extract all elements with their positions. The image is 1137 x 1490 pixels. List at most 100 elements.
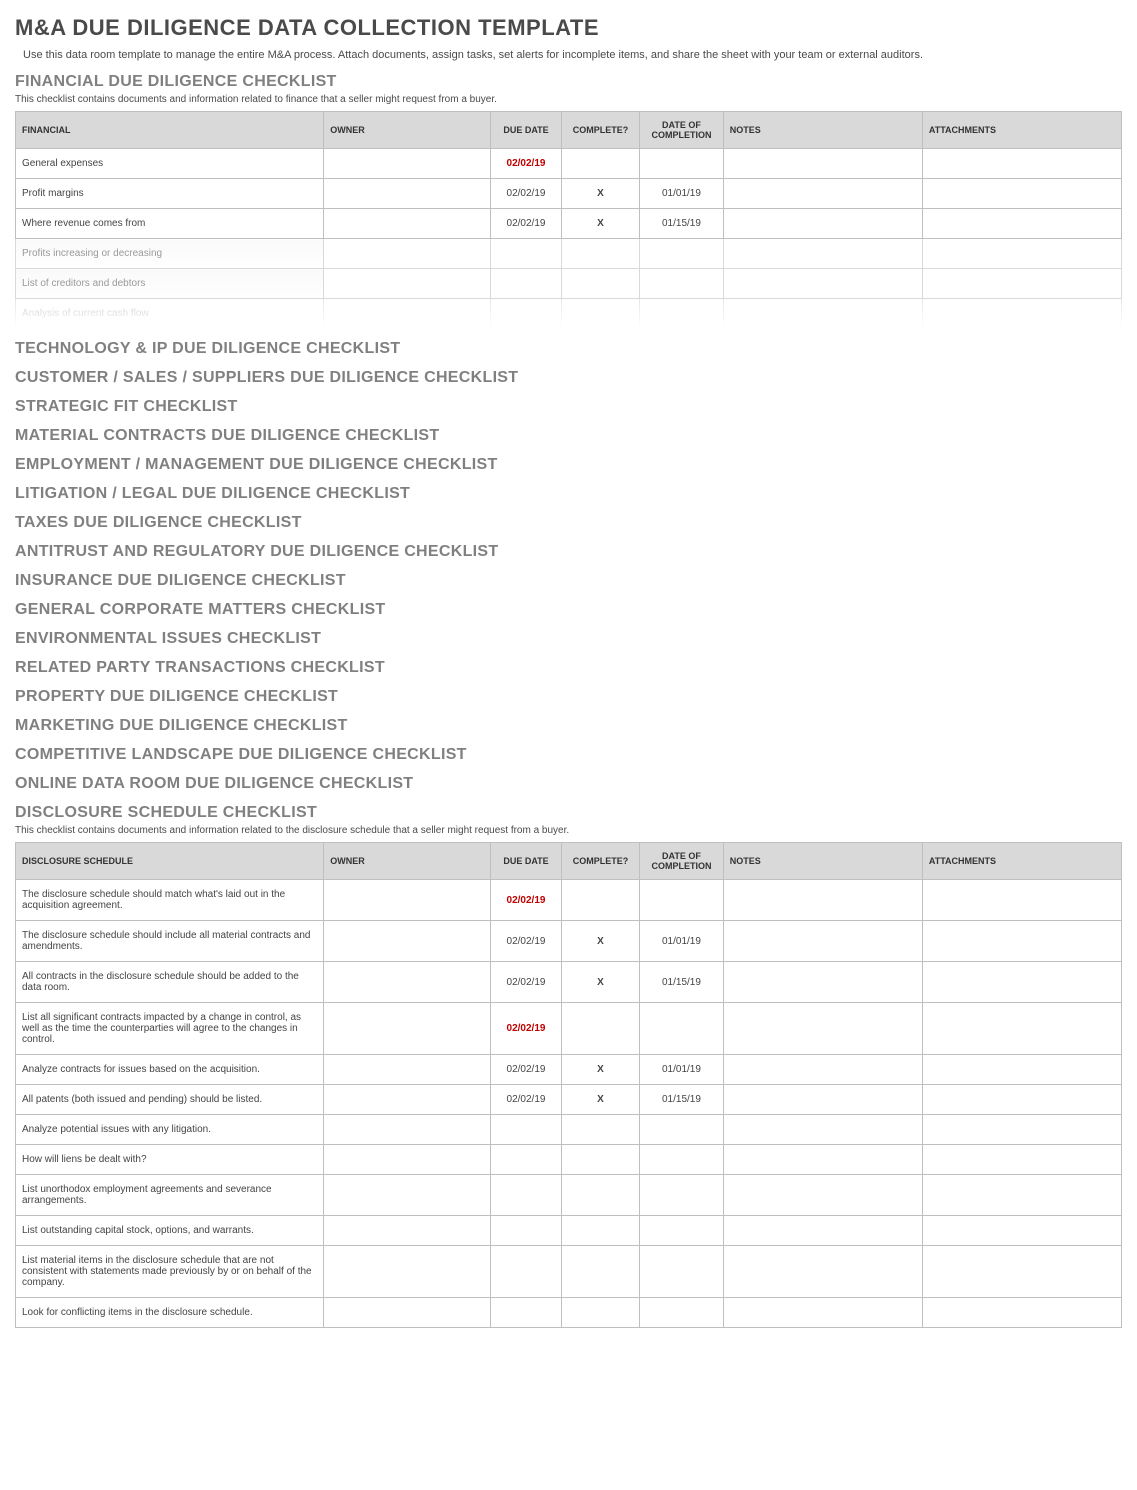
cell-doc[interactable] xyxy=(640,1145,724,1175)
cell-doc[interactable]: 01/15/19 xyxy=(640,962,724,1003)
cell-complete[interactable]: X xyxy=(561,1055,639,1085)
cell-notes[interactable] xyxy=(723,880,922,921)
cell-complete[interactable] xyxy=(561,1246,639,1298)
cell-notes[interactable] xyxy=(723,239,922,269)
cell-owner[interactable] xyxy=(324,1085,491,1115)
cell-item[interactable]: All contracts in the disclosure schedule… xyxy=(16,962,324,1003)
cell-notes[interactable] xyxy=(723,179,922,209)
cell-complete[interactable]: X xyxy=(561,962,639,1003)
cell-doc[interactable]: 01/15/19 xyxy=(640,209,724,239)
cell-due[interactable]: 02/02/19 xyxy=(491,1055,562,1085)
cell-due[interactable]: 02/02/19 xyxy=(491,179,562,209)
cell-attach[interactable] xyxy=(922,1216,1121,1246)
cell-complete[interactable] xyxy=(561,1115,639,1145)
cell-attach[interactable] xyxy=(922,209,1121,239)
cell-notes[interactable] xyxy=(723,1003,922,1055)
cell-complete[interactable] xyxy=(561,1216,639,1246)
cell-item[interactable]: List all significant contracts impacted … xyxy=(16,1003,324,1055)
cell-notes[interactable] xyxy=(723,149,922,179)
cell-item[interactable]: List material items in the disclosure sc… xyxy=(16,1246,324,1298)
cell-due[interactable] xyxy=(491,1175,562,1216)
cell-attach[interactable] xyxy=(922,1298,1121,1328)
cell-owner[interactable] xyxy=(324,1115,491,1145)
cell-attach[interactable] xyxy=(922,179,1121,209)
cell-attach[interactable] xyxy=(922,1055,1121,1085)
cell-complete[interactable] xyxy=(561,149,639,179)
cell-owner[interactable] xyxy=(324,1246,491,1298)
cell-owner[interactable] xyxy=(324,1216,491,1246)
cell-complete[interactable] xyxy=(561,1298,639,1328)
cell-item[interactable]: Look for conflicting items in the disclo… xyxy=(16,1298,324,1328)
cell-complete[interactable] xyxy=(561,239,639,269)
cell-due[interactable]: 02/02/19 xyxy=(491,209,562,239)
cell-attach[interactable] xyxy=(922,1003,1121,1055)
cell-complete[interactable] xyxy=(561,1145,639,1175)
cell-due[interactable]: 02/02/19 xyxy=(491,1085,562,1115)
cell-due[interactable] xyxy=(491,1246,562,1298)
cell-doc[interactable] xyxy=(640,1216,724,1246)
cell-attach[interactable] xyxy=(922,239,1121,269)
cell-owner[interactable] xyxy=(324,921,491,962)
cell-owner[interactable] xyxy=(324,299,491,329)
cell-due[interactable] xyxy=(491,1115,562,1145)
cell-attach[interactable] xyxy=(922,149,1121,179)
cell-notes[interactable] xyxy=(723,299,922,329)
cell-notes[interactable] xyxy=(723,209,922,239)
cell-item[interactable]: List of creditors and debtors xyxy=(16,269,324,299)
cell-complete[interactable] xyxy=(561,299,639,329)
cell-owner[interactable] xyxy=(324,1055,491,1085)
cell-notes[interactable] xyxy=(723,1246,922,1298)
cell-doc[interactable] xyxy=(640,149,724,179)
cell-owner[interactable] xyxy=(324,179,491,209)
cell-complete[interactable] xyxy=(561,269,639,299)
cell-item[interactable]: The disclosure schedule should include a… xyxy=(16,921,324,962)
cell-item[interactable]: Analysis of current cash flow xyxy=(16,299,324,329)
cell-doc[interactable] xyxy=(640,299,724,329)
cell-due[interactable]: 02/02/19 xyxy=(491,149,562,179)
cell-notes[interactable] xyxy=(723,1115,922,1145)
cell-item[interactable]: Profit margins xyxy=(16,179,324,209)
cell-due[interactable]: 02/02/19 xyxy=(491,921,562,962)
cell-item[interactable]: Analyze contracts for issues based on th… xyxy=(16,1055,324,1085)
cell-attach[interactable] xyxy=(922,1145,1121,1175)
cell-attach[interactable] xyxy=(922,1246,1121,1298)
cell-owner[interactable] xyxy=(324,1145,491,1175)
cell-attach[interactable] xyxy=(922,299,1121,329)
cell-owner[interactable] xyxy=(324,1003,491,1055)
cell-item[interactable]: Analyze potential issues with any litiga… xyxy=(16,1115,324,1145)
cell-due[interactable] xyxy=(491,239,562,269)
cell-doc[interactable]: 01/01/19 xyxy=(640,179,724,209)
cell-attach[interactable] xyxy=(922,962,1121,1003)
cell-owner[interactable] xyxy=(324,149,491,179)
cell-due[interactable] xyxy=(491,1216,562,1246)
cell-doc[interactable] xyxy=(640,1003,724,1055)
cell-doc[interactable] xyxy=(640,1115,724,1145)
cell-due[interactable] xyxy=(491,269,562,299)
cell-owner[interactable] xyxy=(324,239,491,269)
cell-notes[interactable] xyxy=(723,962,922,1003)
cell-complete[interactable]: X xyxy=(561,179,639,209)
cell-complete[interactable] xyxy=(561,880,639,921)
cell-doc[interactable] xyxy=(640,1298,724,1328)
cell-attach[interactable] xyxy=(922,269,1121,299)
cell-attach[interactable] xyxy=(922,921,1121,962)
cell-notes[interactable] xyxy=(723,1216,922,1246)
cell-doc[interactable]: 01/01/19 xyxy=(640,1055,724,1085)
cell-due[interactable]: 02/02/19 xyxy=(491,880,562,921)
cell-notes[interactable] xyxy=(723,1085,922,1115)
cell-attach[interactable] xyxy=(922,1085,1121,1115)
cell-item[interactable]: List unorthodox employment agreements an… xyxy=(16,1175,324,1216)
cell-notes[interactable] xyxy=(723,1298,922,1328)
cell-doc[interactable] xyxy=(640,880,724,921)
cell-owner[interactable] xyxy=(324,1298,491,1328)
cell-due[interactable] xyxy=(491,299,562,329)
cell-owner[interactable] xyxy=(324,880,491,921)
cell-notes[interactable] xyxy=(723,269,922,299)
cell-notes[interactable] xyxy=(723,1055,922,1085)
cell-item[interactable]: Where revenue comes from xyxy=(16,209,324,239)
cell-complete[interactable]: X xyxy=(561,209,639,239)
cell-item[interactable]: The disclosure schedule should match wha… xyxy=(16,880,324,921)
cell-attach[interactable] xyxy=(922,1115,1121,1145)
cell-doc[interactable] xyxy=(640,1175,724,1216)
cell-complete[interactable] xyxy=(561,1175,639,1216)
